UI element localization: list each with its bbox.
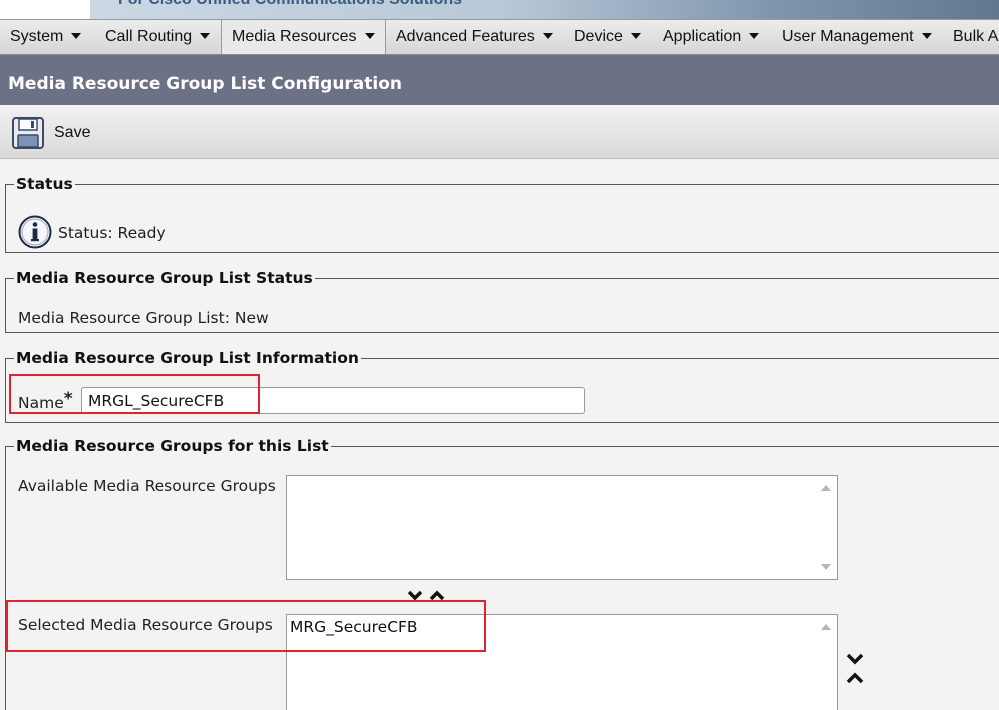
name-highlight-box: [9, 374, 260, 414]
menu-label: User Management: [782, 28, 914, 45]
mrgl-status-section: Media Resource Group List Status Media R…: [5, 269, 999, 333]
save-button-label: Save: [54, 123, 91, 141]
caret-down-icon: [71, 33, 82, 39]
menu-device[interactable]: Device: [564, 20, 651, 54]
product-banner: For Cisco Unified Communications Solutio…: [0, 0, 999, 19]
available-groups-scrollbar[interactable]: [817, 476, 837, 579]
available-groups-listbox[interactable]: [286, 475, 838, 580]
caret-down-icon: [200, 33, 211, 39]
scroll-up-icon[interactable]: [821, 485, 831, 491]
page-title-bar: Media Resource Group List Configuration: [0, 55, 999, 105]
selected-groups-highlight-box: [6, 600, 486, 652]
menu-application[interactable]: Application: [653, 20, 769, 54]
menu-bulk-administration[interactable]: Bulk Ad: [943, 20, 999, 54]
available-groups-label: Available Media Resource Groups: [18, 477, 276, 495]
menu-media-resources[interactable]: Media Resources: [221, 20, 386, 54]
info-icon: [18, 215, 52, 249]
menu-label: Call Routing: [105, 28, 193, 45]
reorder-icons[interactable]: [845, 649, 865, 689]
toolbar: Save: [0, 105, 999, 159]
scroll-up-icon[interactable]: [821, 624, 831, 630]
selected-groups-scrollbar[interactable]: [817, 615, 837, 710]
floppy-disk-icon: [12, 116, 44, 149]
mrgl-status-legend: Media Resource Group List Status: [16, 269, 313, 287]
menu-label: System: [10, 28, 64, 45]
caret-down-icon: [542, 33, 553, 39]
mrgl-status-text: Media Resource Group List: New: [18, 309, 269, 327]
caret-down-icon: [630, 33, 641, 39]
move-up-icon[interactable]: [846, 672, 864, 684]
status-legend: Status: [16, 175, 73, 193]
banner-tagline: For Cisco Unified Communications Solutio…: [118, 0, 462, 9]
menu-user-management[interactable]: User Management: [772, 20, 942, 54]
menu-label: Application: [663, 28, 742, 45]
page-title: Media Resource Group List Configuration: [8, 74, 403, 94]
move-down-icon[interactable]: [846, 653, 864, 665]
caret-down-icon: [749, 33, 760, 39]
menu-system[interactable]: System: [0, 20, 91, 54]
menu-label: Bulk Ad: [953, 28, 999, 45]
media-resource-groups-section: Media Resource Groups for this List Avai…: [5, 437, 999, 710]
scroll-down-icon[interactable]: [821, 564, 831, 570]
status-text: Status: Ready: [58, 224, 166, 242]
caret-down-icon: [921, 33, 932, 39]
menu-label: Media Resources: [232, 28, 357, 45]
menu-advanced-features[interactable]: Advanced Features: [386, 20, 563, 54]
menu-label: Device: [574, 28, 623, 45]
save-button[interactable]: Save: [12, 116, 90, 149]
menu-label: Advanced Features: [396, 28, 535, 45]
caret-down-icon: [364, 33, 375, 39]
chevron-up-icon[interactable]: [429, 590, 445, 601]
main-menu-bar: System Call Routing Media Resources Adva…: [0, 19, 999, 55]
status-section: Status Status: Ready: [5, 175, 999, 253]
mrgl-information-legend: Media Resource Group List Information: [16, 349, 359, 367]
media-resource-groups-legend: Media Resource Groups for this List: [16, 437, 329, 455]
chevron-down-icon[interactable]: [407, 590, 423, 601]
menu-call-routing[interactable]: Call Routing: [95, 20, 220, 54]
